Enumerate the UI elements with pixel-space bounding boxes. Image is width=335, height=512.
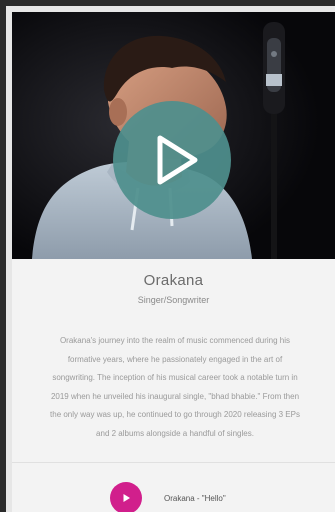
bio-line: Orakana's journey into the realm of musi… xyxy=(59,336,291,345)
bio-line: formative years, where he passionately e… xyxy=(67,354,283,364)
artist-bio: Orakana's journey into the realm of musi… xyxy=(16,332,334,443)
artist-name: Orakana xyxy=(143,272,204,289)
play-icon xyxy=(123,494,130,502)
track-title: Orakana - "Hello" xyxy=(164,493,226,503)
divider xyxy=(12,462,335,463)
artist-role: Singer/Songwriter xyxy=(137,295,210,305)
track-item: Orakana - "Hello" xyxy=(110,482,226,512)
bio-line: and 2 albums alongside a handful of sing… xyxy=(96,428,254,438)
video-play-button[interactable] xyxy=(113,101,231,219)
bio-line: songwriting. The inception of his musica… xyxy=(52,373,298,382)
play-icon xyxy=(157,135,198,185)
artist-card: Orakana Singer/Songwriter Orakana's jour… xyxy=(12,12,335,512)
track-play-button[interactable] xyxy=(110,482,142,512)
bio-line: the only way was up, he continued to go … xyxy=(50,410,300,419)
bio-line: 2019 when he unveiled his inaugural sing… xyxy=(50,391,300,401)
artist-photo xyxy=(12,12,335,259)
